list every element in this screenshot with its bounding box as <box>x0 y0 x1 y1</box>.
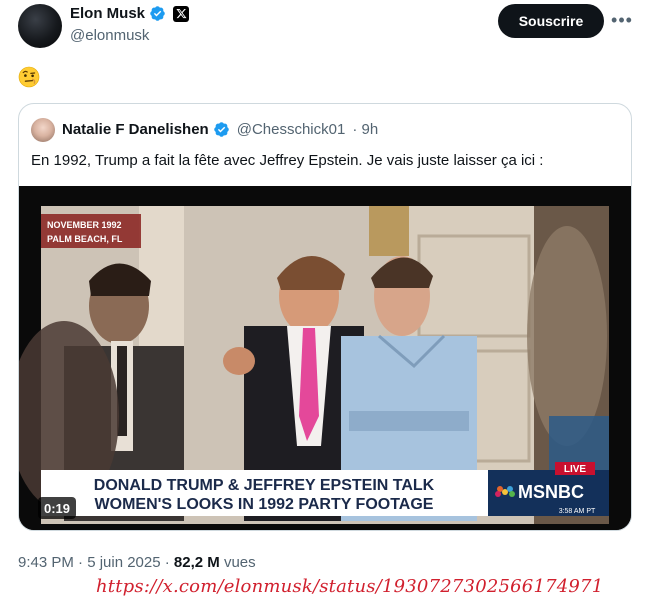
clock-label: 3:58 AM PT <box>559 508 596 515</box>
video-duration: 0:19 <box>38 497 77 519</box>
quoted-author-handle[interactable]: @Chesschick01 <box>237 121 346 138</box>
raised-eyebrow-emoji <box>18 66 40 88</box>
author-name-row: Elon Musk <box>70 5 190 22</box>
headline-line1: DONALD TRUMP & JEFFREY EPSTEIN TALK <box>94 477 435 494</box>
quoted-tweet-text: En 1992, Trump a fait la fête avec Jeffr… <box>31 152 544 169</box>
live-label: LIVE <box>564 464 587 475</box>
verified-badge-icon <box>213 122 229 137</box>
headline-line2: WOMEN'S LOOKS IN 1992 PARTY FOOTAGE <box>95 496 434 513</box>
quoted-author-row: Natalie F Danelishen @Chesschick01 · 9h <box>62 121 378 138</box>
video-frame: NOVEMBER 1992 PALM BEACH, FL DONALD TRUM… <box>19 186 631 530</box>
author-name[interactable]: Elon Musk <box>70 5 145 22</box>
subscribe-button[interactable]: Souscrire <box>498 4 604 38</box>
video-player[interactable]: NOVEMBER 1992 PALM BEACH, FL DONALD TRUM… <box>19 186 631 530</box>
tweet-timestamp[interactable]: 9:43 PM · 5 juin 2025 · <box>18 554 174 571</box>
date-overlay-line1: NOVEMBER 1992 <box>47 220 122 230</box>
author-handle[interactable]: @elonmusk <box>70 27 149 44</box>
quoted-author-name[interactable]: Natalie F Danelishen <box>62 121 209 138</box>
network-logo: MSNBC <box>518 482 584 502</box>
more-icon[interactable]: ••• <box>609 8 635 32</box>
source-url[interactable]: https://x.com/elonmusk/status/1930727302… <box>96 576 603 597</box>
quoted-author-avatar[interactable] <box>31 118 55 142</box>
date-overlay-line2: PALM BEACH, FL <box>47 234 123 244</box>
quoted-tweet-age[interactable]: · 9h <box>352 121 378 138</box>
tweet-meta: 9:43 PM · 5 juin 2025 · 82,2 M vues <box>18 554 256 571</box>
views-label: vues <box>219 554 256 571</box>
author-avatar[interactable] <box>18 4 62 48</box>
verified-badge-icon <box>150 6 165 21</box>
quoted-tweet-card[interactable]: Natalie F Danelishen @Chesschick01 · 9h … <box>18 103 632 531</box>
x-logo-icon <box>173 5 190 22</box>
views-count: 82,2 M <box>173 554 220 571</box>
